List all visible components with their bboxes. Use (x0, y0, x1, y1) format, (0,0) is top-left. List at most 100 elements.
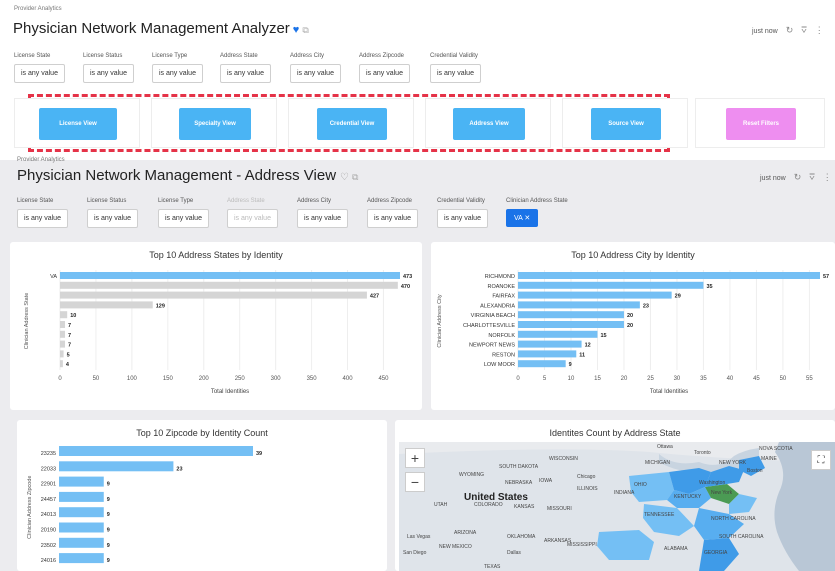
zoom-out-button[interactable]: − (405, 472, 425, 492)
filter-value[interactable]: is any value (87, 209, 138, 228)
map-label: MISSOURI (547, 506, 572, 512)
filter-label: License Type (152, 53, 188, 59)
chart-address-city: 0 5 10 15 20 25 30 35 40 45 50 55 57 RICHMOND 35 ROANOK… (437, 270, 829, 395)
filter-chip[interactable]: VA ✕ (506, 209, 539, 227)
favorite-heart-icon[interactable]: ♡ (340, 172, 349, 183)
map-label: NEBRASKA (505, 480, 533, 486)
source-view-button[interactable]: Source View (591, 108, 661, 140)
address-view-button[interactable]: Address View (453, 108, 525, 140)
filter-value[interactable]: is any value (437, 209, 488, 228)
bar (59, 553, 104, 564)
data-label: 11 (579, 352, 585, 358)
filter-value[interactable]: is any value (152, 64, 203, 83)
bar (60, 291, 367, 299)
filter-label: License Status (87, 198, 127, 204)
credential-view-button[interactable]: Credential View (317, 108, 387, 140)
bar (518, 301, 640, 309)
data-label: 35 (706, 284, 712, 290)
filter-value[interactable]: is any value (17, 209, 68, 228)
filter-value[interactable]: is any value (290, 64, 341, 83)
filter-value[interactable]: is any value (158, 209, 209, 228)
data-label: 9 (107, 497, 110, 503)
category-label: CHARLOTTESVILLE (463, 323, 515, 329)
data-label: 5 (67, 352, 70, 358)
data-label: 29 (675, 294, 681, 300)
data-label: 15 (600, 333, 606, 339)
more-menu-icon[interactable]: ⋮ (823, 172, 832, 182)
filter-label: Address State (220, 53, 258, 59)
more-menu-icon[interactable]: ⋮ (815, 25, 824, 35)
map-view[interactable]: Ottawa Toronto NOVA SCOTIA NEW YORK WYOMING S… (399, 442, 835, 571)
x-tick-label: 50 (93, 376, 100, 382)
map-label: WYOMING (459, 472, 484, 478)
map-label: New York (711, 490, 733, 496)
filter-value[interactable]: is any value (359, 64, 410, 83)
data-label: 57 (823, 274, 829, 280)
x-tick-label: 45 (753, 376, 760, 382)
reload-icon[interactable]: ↻ (786, 25, 794, 35)
favorite-heart-icon[interactable]: ♥ (293, 24, 300, 36)
bar (518, 281, 704, 289)
filter-icon[interactable]: ⩢ (801, 25, 806, 35)
breadcrumb[interactable]: Provider Analytics (14, 6, 62, 12)
bar (59, 507, 104, 518)
x-tick-label: 10 (568, 376, 575, 382)
map-label: Dallas (507, 550, 521, 556)
x-tick-label: 20 (621, 376, 628, 382)
bar (518, 311, 624, 319)
data-label: 23 (176, 466, 182, 472)
x-tick-label: 300 (271, 376, 282, 382)
bar (60, 281, 398, 289)
x-tick-label: 15 (594, 376, 601, 382)
page: Provider Analytics Physician Network Man… (0, 0, 835, 571)
category-label: VIRGINIA BEACH (471, 313, 515, 319)
filter-value[interactable]: is any value (83, 64, 134, 83)
x-tick-label: 150 (163, 376, 174, 382)
fullscreen-icon[interactable]: ⛶ (811, 450, 831, 470)
breadcrumb-2[interactable]: Provider Analytics (17, 157, 65, 163)
filter-label: Address City (290, 53, 325, 59)
map-label: NEW YORK (719, 460, 747, 466)
map-title: Identites Count by Address State (549, 428, 681, 438)
reset-filters-button[interactable]: Reset Filters (726, 108, 796, 140)
bar (59, 537, 104, 548)
map-label: NOVA SCOTIA (759, 446, 793, 452)
license-view-button[interactable]: License View (39, 108, 117, 140)
filter-value[interactable]: is any value (220, 64, 271, 83)
filter-icon[interactable]: ⩢ (809, 172, 814, 182)
specialty-view-button[interactable]: Specialty View (179, 108, 251, 140)
button-tile: License View (14, 98, 140, 148)
refresh-status: just now ↻ ⩢ ⋮ (752, 25, 824, 36)
category-label: 20190 (41, 528, 56, 534)
filter-value[interactable]: is any value (430, 64, 481, 83)
filter-value[interactable]: is any value (367, 209, 418, 228)
filter-value[interactable]: is any value (227, 209, 278, 228)
data-label: 9 (107, 543, 110, 549)
copy-icon[interactable]: ⧉ (302, 25, 308, 35)
filter-value[interactable]: is any value (14, 64, 65, 83)
reload-icon[interactable]: ↻ (794, 172, 802, 182)
title-row: Physician Network Management Analyzer ♥ ⧉ (13, 20, 309, 38)
map-label: Boston (747, 468, 763, 474)
x-tick-label: 350 (307, 376, 318, 382)
map-label: WISCONSIN (549, 456, 578, 462)
category-label: 22033 (41, 466, 56, 472)
map-label: COLORADO (474, 502, 503, 508)
data-label: 9 (107, 482, 110, 488)
map-label: TENNESSEE (644, 512, 675, 518)
filter-value[interactable]: is any value (297, 209, 348, 228)
bar (518, 291, 672, 299)
copy-icon[interactable]: ⧉ (352, 172, 358, 182)
bar (59, 491, 104, 502)
bar (60, 272, 400, 279)
filter-label: License State (14, 53, 51, 59)
x-tick-label: 40 (727, 376, 734, 382)
category-label: 24457 (41, 497, 56, 503)
zoom-in-button[interactable]: + (405, 448, 425, 468)
category-label: RESTON (492, 352, 515, 358)
y-axis-label: Clinician Address Zipcode (27, 476, 33, 539)
x-tick-label: 200 (199, 376, 210, 382)
x-tick-label: 450 (378, 376, 389, 382)
bar (60, 311, 68, 319)
data-label: 12 (585, 343, 591, 349)
